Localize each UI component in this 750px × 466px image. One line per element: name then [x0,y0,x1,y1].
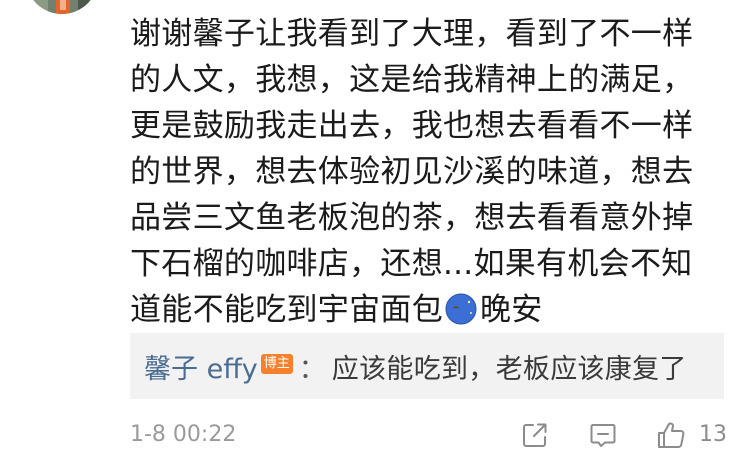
comment-line: 的人文，我想，这是给我精神上的满足， [130,62,694,98]
comment-text: 谢谢馨子让我看到了大理，看到了不一样 的人文，我想，这是给我精神上的满足， 更是… [130,11,730,333]
crescent-moon-face-icon [445,293,477,325]
comment-timestamp: 1-8 00:22 [130,422,237,447]
author-badge: 博主 [260,354,293,374]
reply-colon: ： [298,353,326,385]
comment-line: 下石榴的咖啡店，还想...如果有机会不知 [130,246,693,282]
like-button[interactable]: 13 [655,419,727,451]
comment-button[interactable] [588,419,618,451]
user-avatar[interactable] [26,0,98,14]
comment-line: 谢谢馨子让我看到了大理，看到了不一样 [130,16,694,52]
like-count: 13 [699,422,727,447]
share-icon [520,420,550,450]
reply-box[interactable]: 馨子 effy 博主 ： 应该能吃到，老板应该康复了 [130,333,724,399]
reply-text: 应该能吃到，老板应该康复了 [331,353,687,385]
share-button[interactable] [520,419,550,451]
comment-line-text: 道能不能吃到宇宙面包 [130,292,443,328]
comment-line-text: 晚安 [480,292,543,328]
comment-line-last: 道能不能吃到宇宙面包 晚安 [130,287,730,333]
thumbs-up-icon [655,419,687,451]
comment-line: 更是鼓励我走出去，我也想去看看不一样 [130,108,694,144]
comment-line: 的世界，想去体验初见沙溪的味道，想去 [130,154,694,190]
reply-author-link[interactable]: 馨子 effy [144,347,258,386]
comment-line: 品尝三文鱼老板泡的茶，想去看看意外掉 [130,200,694,236]
comment-icon [588,420,618,450]
